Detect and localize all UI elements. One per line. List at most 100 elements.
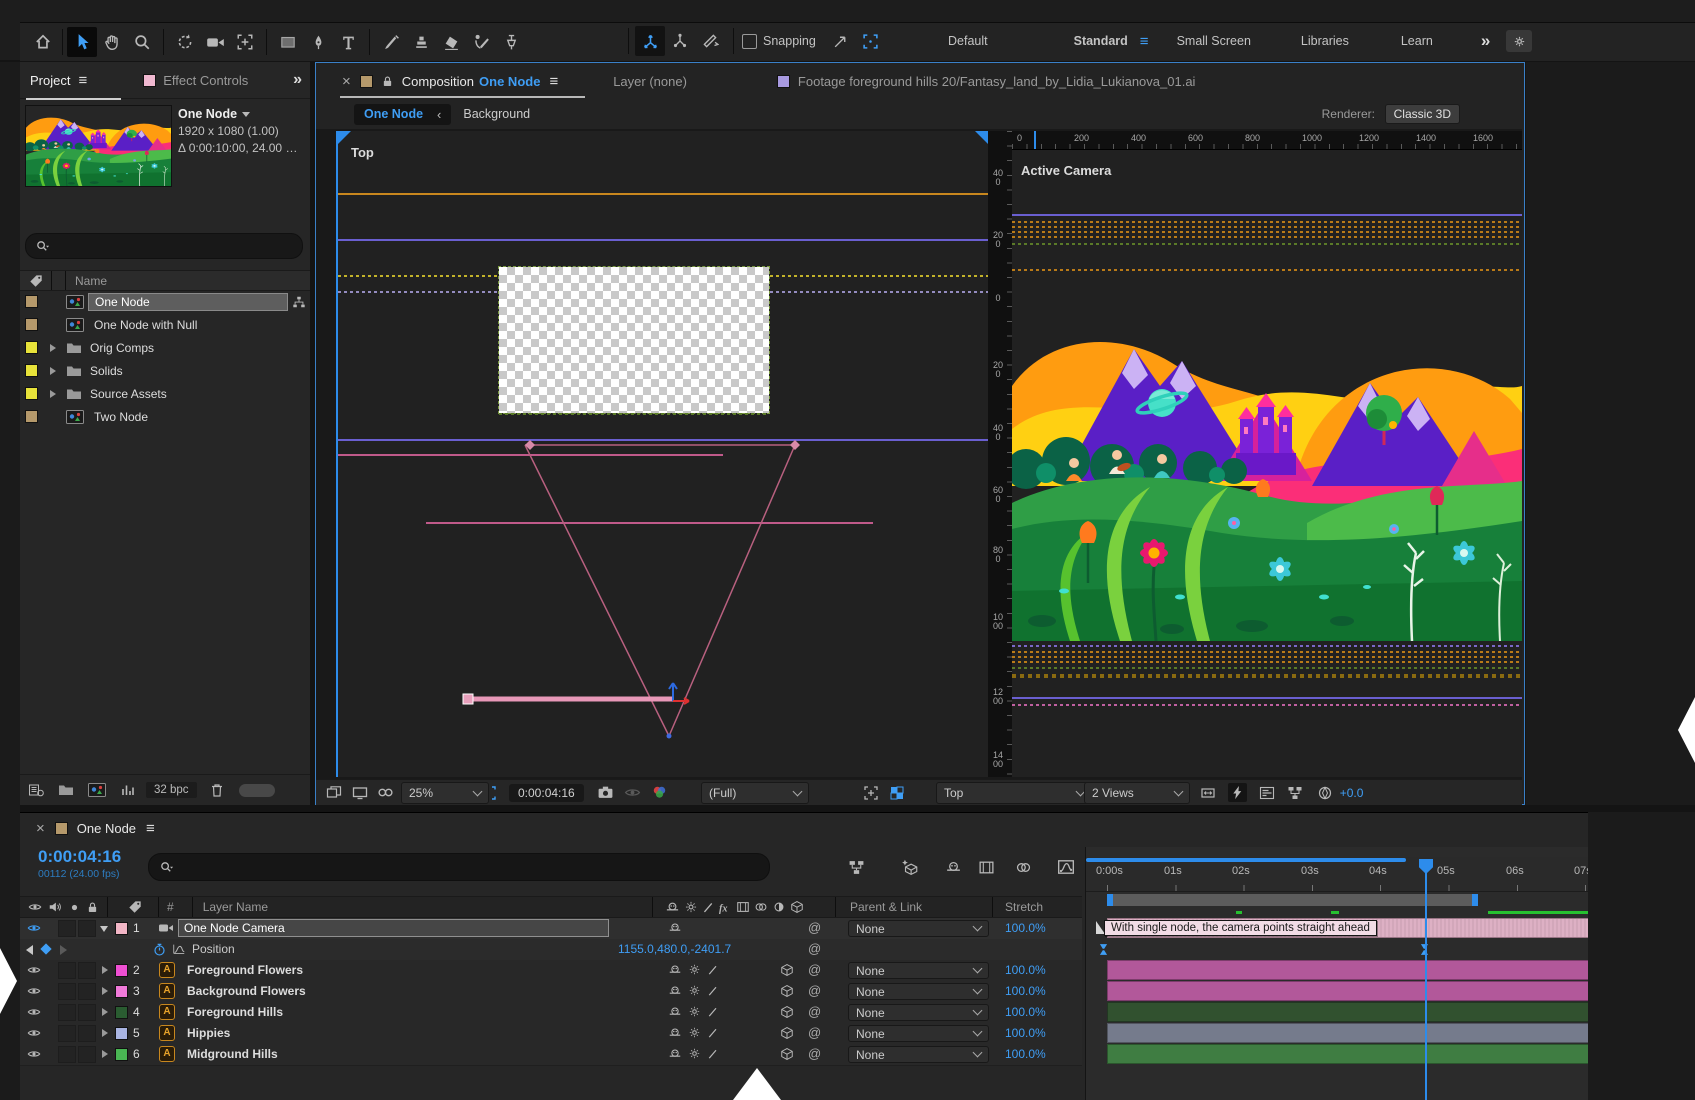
exposure-icon[interactable]	[1317, 785, 1333, 801]
workspace-default[interactable]: Default	[948, 34, 988, 48]
visibility-eye-icon[interactable]	[27, 921, 41, 935]
item-name[interactable]: Source Assets	[90, 387, 167, 401]
project-item-orig-comps[interactable]: Orig Comps	[20, 336, 310, 359]
axis-universal-tool[interactable]	[635, 26, 665, 56]
target-region-icon[interactable]	[863, 785, 879, 801]
delete-icon[interactable]	[209, 782, 225, 798]
roto-brush-tool[interactable]	[466, 27, 496, 57]
work-area-start-handle[interactable]	[1107, 894, 1113, 906]
time-ruler[interactable]: 0:00s 01s 02s 03s 04s 05s 06s 07s	[1086, 857, 1589, 892]
show-snapshot-icon[interactable]	[624, 784, 641, 801]
breadcrumb-current[interactable]: One Node ‹	[354, 104, 451, 125]
timeline-button-icon[interactable]	[1259, 785, 1275, 801]
cube-3d-switch-icon[interactable]	[790, 900, 804, 914]
transparency-grid-icon[interactable]	[889, 785, 905, 801]
workspace-learn[interactable]: Learn	[1401, 34, 1433, 48]
frame-blending-icon[interactable]	[978, 859, 995, 876]
pan-behind-tool[interactable]	[230, 27, 260, 57]
work-area-bar[interactable]	[1107, 894, 1478, 906]
collapse-switch-icon[interactable]	[684, 900, 698, 914]
expand-layer-icon[interactable]	[102, 987, 108, 995]
top-view-viewport[interactable]: Top	[336, 131, 988, 777]
shy-switch[interactable]	[668, 984, 682, 998]
views-count-dropdown[interactable]: 2 Views	[1084, 782, 1190, 804]
layer-row-foreground-hills[interactable]: 4 A Foreground Hills @ None 100.0%	[20, 1002, 1082, 1024]
collapse-switch[interactable]	[688, 1047, 701, 1060]
project-item-source-assets[interactable]: Source Assets	[20, 382, 310, 405]
breadcrumb-parent[interactable]: Background	[463, 107, 530, 121]
expand-icon[interactable]	[50, 344, 56, 352]
close-tab-icon[interactable]: ×	[36, 820, 45, 837]
stretch-value[interactable]: 100.0%	[1005, 1026, 1046, 1040]
pixel-aspect-icon[interactable]	[1200, 785, 1216, 801]
layer-label-swatch[interactable]	[115, 922, 128, 935]
panel-scroll-pill[interactable]	[239, 784, 275, 797]
lock-column-icon[interactable]	[86, 901, 99, 914]
pickwhip-icon[interactable]: @	[808, 1046, 821, 1061]
solo-column-icon[interactable]	[68, 901, 81, 914]
background-flowers-bar[interactable]	[1107, 981, 1589, 1001]
selection-tool[interactable]	[67, 27, 97, 57]
layer-row-background-flowers[interactable]: 3 A Background Flowers @ None 100.0%	[20, 981, 1082, 1003]
type-tool[interactable]	[333, 27, 363, 57]
workspace-libraries[interactable]: Libraries	[1301, 34, 1349, 48]
tab-menu-icon[interactable]: ≡	[549, 73, 558, 90]
renderer-button[interactable]: Classic 3D	[1385, 104, 1460, 124]
layer-name-column-header[interactable]: Layer Name	[203, 900, 268, 914]
timeline-graph-area[interactable]: 0:00s 01s 02s 03s 04s 05s 06s 07s	[1085, 847, 1589, 1100]
fast-previews-icon[interactable]	[1228, 783, 1247, 802]
layer-name[interactable]: Foreground Flowers	[187, 963, 303, 977]
switch-cell[interactable]	[78, 1004, 96, 1021]
switch-cell[interactable]	[78, 1046, 96, 1063]
puppet-pin-tool[interactable]	[496, 27, 526, 57]
playhead-line[interactable]	[1425, 869, 1427, 1100]
shy-switch[interactable]	[668, 1026, 682, 1040]
lock-icon[interactable]	[381, 75, 394, 88]
label-swatch[interactable]	[25, 410, 38, 423]
mask-visibility-icon[interactable]	[377, 784, 394, 801]
stopwatch-icon[interactable]	[152, 942, 167, 957]
name-column-header[interactable]: Name	[75, 274, 107, 288]
adjustment-switch-icon[interactable]	[772, 900, 786, 914]
parent-dropdown[interactable]: None	[848, 1046, 989, 1063]
project-search-input[interactable]	[25, 233, 303, 259]
timeline-tab-menu-icon[interactable]: ≡	[146, 820, 155, 837]
workspace-menu-icon[interactable]: ≡	[1140, 33, 1149, 50]
switch-cell[interactable]	[58, 1046, 76, 1063]
property-graph-icon[interactable]	[172, 942, 186, 956]
stretch-value[interactable]: 100.0%	[1005, 1005, 1046, 1019]
item-flyout-icon[interactable]	[242, 112, 250, 117]
switch-cell[interactable]	[78, 983, 96, 1000]
next-keyframe-icon[interactable]	[60, 945, 67, 955]
layer-name[interactable]: Foreground Hills	[187, 1005, 283, 1019]
motion-blur-icon[interactable]	[1015, 859, 1032, 876]
layer-row-hippies[interactable]: 5 A Hippies @ None 100.0%	[20, 1023, 1082, 1045]
collapse-switch[interactable]	[688, 1005, 701, 1018]
brush-tool[interactable]	[376, 27, 406, 57]
project-item-two-node[interactable]: Two Node	[20, 405, 310, 428]
graph-editor-icon[interactable]	[1057, 858, 1075, 876]
pickwhip-icon[interactable]: @	[808, 983, 821, 998]
axis-local-tool[interactable]	[665, 26, 695, 56]
snapping-checkbox[interactable]	[742, 34, 757, 49]
hand-tool[interactable]	[97, 27, 127, 57]
interpret-footage-icon[interactable]	[28, 782, 44, 798]
close-tab-icon[interactable]: ×	[342, 73, 351, 90]
item-name[interactable]: One Node	[88, 293, 288, 311]
zoom-tool[interactable]	[127, 27, 157, 57]
pickwhip-icon[interactable]: @	[808, 962, 821, 977]
expand-icon[interactable]	[50, 367, 56, 375]
layer-label-swatch[interactable]	[115, 1048, 128, 1061]
stretch-value[interactable]: 100.0%	[1005, 963, 1046, 977]
stretch-value[interactable]: 100.0%	[1005, 1047, 1046, 1061]
collapse-layer-icon[interactable]	[100, 926, 108, 932]
resolution-dropdown[interactable]: (Full)	[701, 782, 809, 804]
timeline-search-input[interactable]	[148, 853, 770, 881]
vertical-ruler[interactable]: 400 200 0 200 400 600 800 1000 1200 1400	[988, 131, 1013, 777]
project-tab-menu-icon[interactable]: ≡	[78, 72, 87, 89]
pickwhip-icon[interactable]: @	[808, 920, 821, 935]
monitor-icon[interactable]	[352, 785, 368, 801]
mini-flowchart-icon[interactable]	[848, 859, 865, 876]
workspace-overflow-icon[interactable]: »	[1481, 31, 1490, 51]
property-name[interactable]: Position	[192, 942, 235, 956]
